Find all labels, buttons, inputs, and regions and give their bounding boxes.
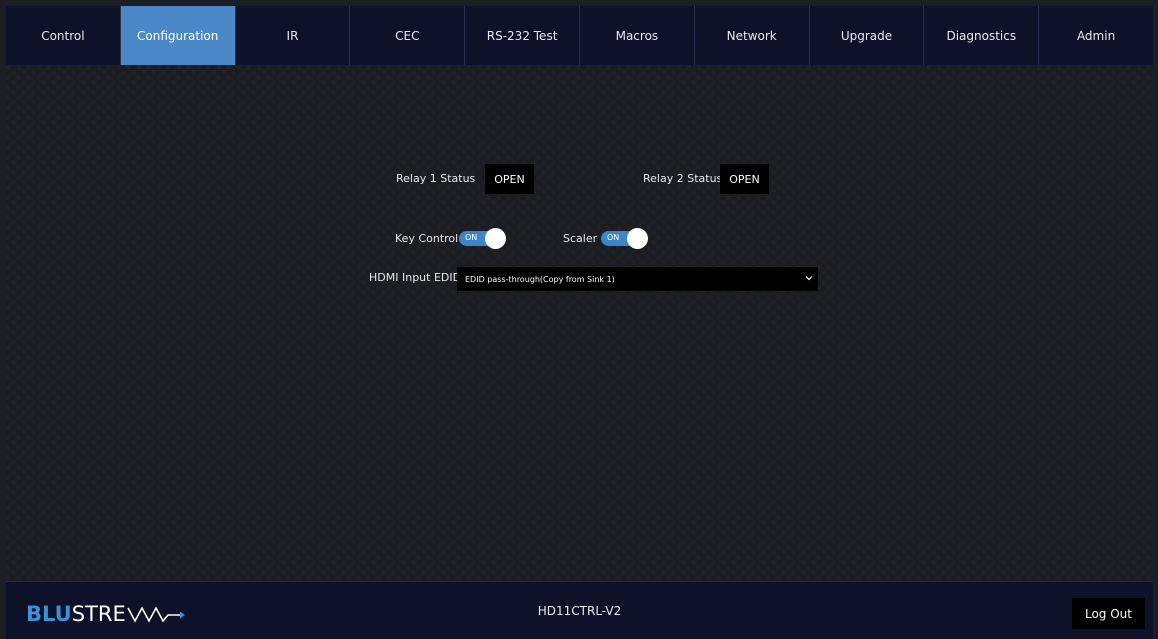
chevron-down-icon <box>805 276 813 281</box>
scaler-label: Scaler <box>563 232 598 245</box>
tab-network[interactable]: Network <box>695 6 810 65</box>
device-name: HD11CTRL-V2 <box>537 604 622 618</box>
tab-rs232-test[interactable]: RS-232 Test <box>465 6 580 65</box>
relay-2-status-button[interactable]: OPEN <box>720 164 769 194</box>
tab-macros[interactable]: Macros <box>580 6 695 65</box>
tab-ir[interactable]: IR <box>236 6 351 65</box>
hdmi-input-edid-label: HDMI Input EDID <box>369 271 462 284</box>
tab-diagnostics[interactable]: Diagnostics <box>924 6 1040 65</box>
tab-cec[interactable]: CEC <box>350 6 466 65</box>
relay-2-status-label: Relay 2 Status <box>643 172 723 185</box>
key-control-label: Key Control <box>395 232 459 245</box>
toggle-knob <box>627 228 648 249</box>
relay-1-status-button[interactable]: OPEN <box>485 164 534 194</box>
configuration-panel: Relay 1 Status OPEN Relay 2 Status OPEN … <box>6 65 1153 580</box>
tab-control[interactable]: Control <box>6 6 121 65</box>
edid-selected-value: EDID pass-through(Copy from Sink 1) <box>465 274 615 284</box>
relay-1-status-label: Relay 1 Status <box>396 172 476 185</box>
top-navigation: Control Configuration IR CEC RS-232 Test… <box>6 6 1153 65</box>
tab-configuration[interactable]: Configuration <box>120 6 236 65</box>
logout-button[interactable]: Log Out <box>1072 598 1145 629</box>
scaler-toggle[interactable]: ON <box>601 228 648 249</box>
tab-upgrade[interactable]: Upgrade <box>810 6 925 65</box>
footer-bar: BLU STRE HD11CTRL-V2 Log Out <box>6 581 1153 639</box>
app-window: Control Configuration IR CEC RS-232 Test… <box>0 0 1158 639</box>
tab-admin[interactable]: Admin <box>1039 6 1153 65</box>
toggle-knob <box>485 228 506 249</box>
hdmi-input-edid-select[interactable]: EDID pass-through(Copy from Sink 1) <box>457 267 818 291</box>
toggle-state-text: ON <box>607 233 620 242</box>
toggle-state-text: ON <box>465 233 478 242</box>
key-control-toggle[interactable]: ON <box>459 228 506 249</box>
